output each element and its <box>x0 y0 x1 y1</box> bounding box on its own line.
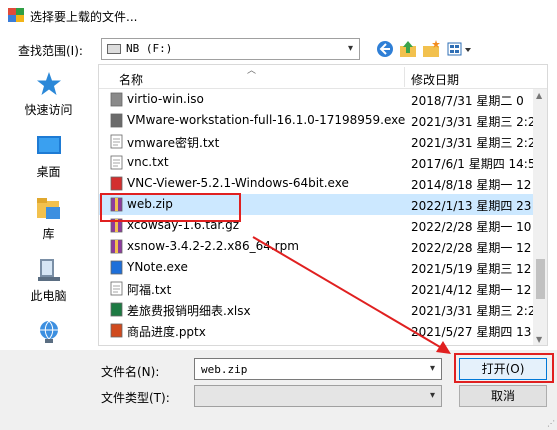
file-row[interactable]: vmware密钥.txt 2021/3/31 星期三 2:2 <box>99 131 539 152</box>
place-desktop[interactable]: 桌面 <box>7 125 90 187</box>
file-date: 2014/8/18 星期一 12 <box>411 178 532 192</box>
lookin-value: NB (F:) <box>126 42 173 55</box>
scroll-thumb[interactable] <box>536 259 545 299</box>
file-list-header: ︿ 名称 修改日期 <box>99 65 547 89</box>
drive-icon <box>107 44 121 54</box>
sort-up-icon: ︿ <box>247 66 257 76</box>
file-date: 2018/7/31 星期二 0 <box>411 94 524 108</box>
app-icon <box>8 8 24 22</box>
lookin-label: 查找范围(I): <box>18 44 83 58</box>
chevron-down-icon: ▾ <box>429 390 435 401</box>
desktop-icon <box>37 136 61 154</box>
archive-icon <box>110 239 123 254</box>
filetype-dropdown[interactable]: ▾ <box>194 385 442 407</box>
scroll-up-icon[interactable]: ▲ <box>536 91 542 100</box>
file-name: 阿福.txt <box>127 283 172 297</box>
column-header-name[interactable]: 名称 <box>119 71 143 88</box>
file-row[interactable]: VMware-workstation-full-16.1.0-17198959.… <box>99 110 539 131</box>
file-row[interactable]: 差旅费报销明细表.xlsx 2021/3/31 星期三 2:2 <box>99 299 539 320</box>
title-bar: 选择要上载的文件... <box>0 0 557 32</box>
file-date: 2022/1/13 星期四 23 <box>411 199 532 213</box>
filename-input[interactable] <box>195 359 415 379</box>
file-row[interactable]: xsnow-3.4.2-2.2.x86_64.rpm 2022/2/28 星期一 … <box>99 236 539 257</box>
place-label: 此电脑 <box>30 289 67 303</box>
annotation-box-open <box>454 353 554 383</box>
view-menu-icon[interactable] <box>446 39 474 59</box>
text-file-icon <box>110 134 123 149</box>
file-name: xsnow-3.4.2-2.2.x86_64.rpm <box>127 239 299 253</box>
file-date: 2021/4/12 星期一 12 <box>411 283 532 297</box>
file-name: 差旅费报销明细表.xlsx <box>127 304 251 318</box>
file-name: VMware-workstation-full-16.1.0-17198959.… <box>127 113 406 127</box>
star-icon <box>37 72 61 95</box>
text-file-icon <box>110 155 123 170</box>
file-row[interactable]: virtio-win.iso 2018/7/31 星期二 0 <box>99 89 539 110</box>
column-header-date[interactable]: 修改日期 <box>411 71 459 88</box>
file-date: 2022/2/28 星期一 12 <box>411 241 532 255</box>
file-name: VNC-Viewer-5.2.1-Windows-64bit.exe <box>127 176 349 190</box>
place-label: 库 <box>42 227 55 241</box>
file-name: vmware密钥.txt <box>127 136 220 150</box>
computer-icon <box>38 259 60 281</box>
file-row[interactable]: VNC-Viewer-5.2.1-Windows-64bit.exe 2014/8… <box>99 173 539 194</box>
ynote-icon <box>110 260 123 275</box>
file-name: YNote.exe <box>127 260 188 274</box>
library-icon <box>37 198 60 219</box>
file-row[interactable]: vnc.txt 2017/6/1 星期四 14:5 <box>99 152 539 173</box>
up-folder-icon[interactable] <box>398 39 418 59</box>
file-name: vnc.txt <box>127 155 169 169</box>
file-date: 2021/3/31 星期三 2:2 <box>411 115 536 129</box>
vertical-scrollbar[interactable]: ▲ ▼ <box>533 89 547 345</box>
file-date: 2021/5/19 星期三 12 <box>411 262 532 276</box>
disc-file-icon <box>110 92 123 107</box>
column-divider[interactable] <box>404 67 405 87</box>
place-quick-access[interactable]: 快速访问 <box>7 63 90 125</box>
places-bar: 快速访问 桌面 库 此电脑 网络 <box>7 63 90 365</box>
resize-grip-icon[interactable]: ⋰ <box>547 419 555 428</box>
file-date: 2021/3/31 星期三 2:2 <box>411 136 536 150</box>
chevron-down-icon[interactable]: ▾ <box>430 363 435 374</box>
window-title: 选择要上载的文件... <box>30 10 138 24</box>
place-label: 桌面 <box>36 165 61 179</box>
place-this-pc[interactable]: 此电脑 <box>7 249 90 311</box>
file-date: 2017/6/1 星期四 14:5 <box>411 157 536 171</box>
excel-icon <box>110 302 123 317</box>
network-icon <box>40 320 58 343</box>
file-row[interactable]: YNote.exe 2021/5/19 星期三 12 <box>99 257 539 278</box>
vmware-icon <box>110 113 123 128</box>
place-library[interactable]: 库 <box>7 187 90 249</box>
file-row[interactable]: 商品进度.pptx 2021/5/27 星期四 13 <box>99 320 539 341</box>
new-folder-icon[interactable] <box>421 39 441 59</box>
file-date: 2021/3/31 星期三 2:2 <box>411 304 536 318</box>
text-file-icon <box>110 281 123 296</box>
file-date: 2022/2/28 星期一 10 <box>411 220 532 234</box>
lookin-dropdown[interactable]: NB (F:) ▾ <box>101 38 360 60</box>
scroll-down-icon[interactable]: ▼ <box>536 335 542 344</box>
chevron-down-icon: ▾ <box>347 43 353 54</box>
file-row[interactable]: 阿福.txt 2021/4/12 星期一 12 <box>99 278 539 299</box>
file-name: virtio-win.iso <box>127 92 204 106</box>
filename-combo[interactable]: ▾ <box>194 358 442 380</box>
ppt-icon <box>110 323 123 338</box>
place-label: 快速访问 <box>24 103 73 117</box>
back-arrow-icon[interactable] <box>375 39 395 59</box>
file-name: 商品进度.pptx <box>127 325 206 339</box>
file-date: 2021/5/27 星期四 13 <box>411 325 532 339</box>
filename-label: 文件名(N): <box>101 365 160 379</box>
cancel-button[interactable]: 取消 <box>459 385 547 407</box>
filetype-label: 文件类型(T): <box>101 391 170 405</box>
annotation-box-file <box>100 193 241 222</box>
vnc-icon <box>110 176 123 191</box>
